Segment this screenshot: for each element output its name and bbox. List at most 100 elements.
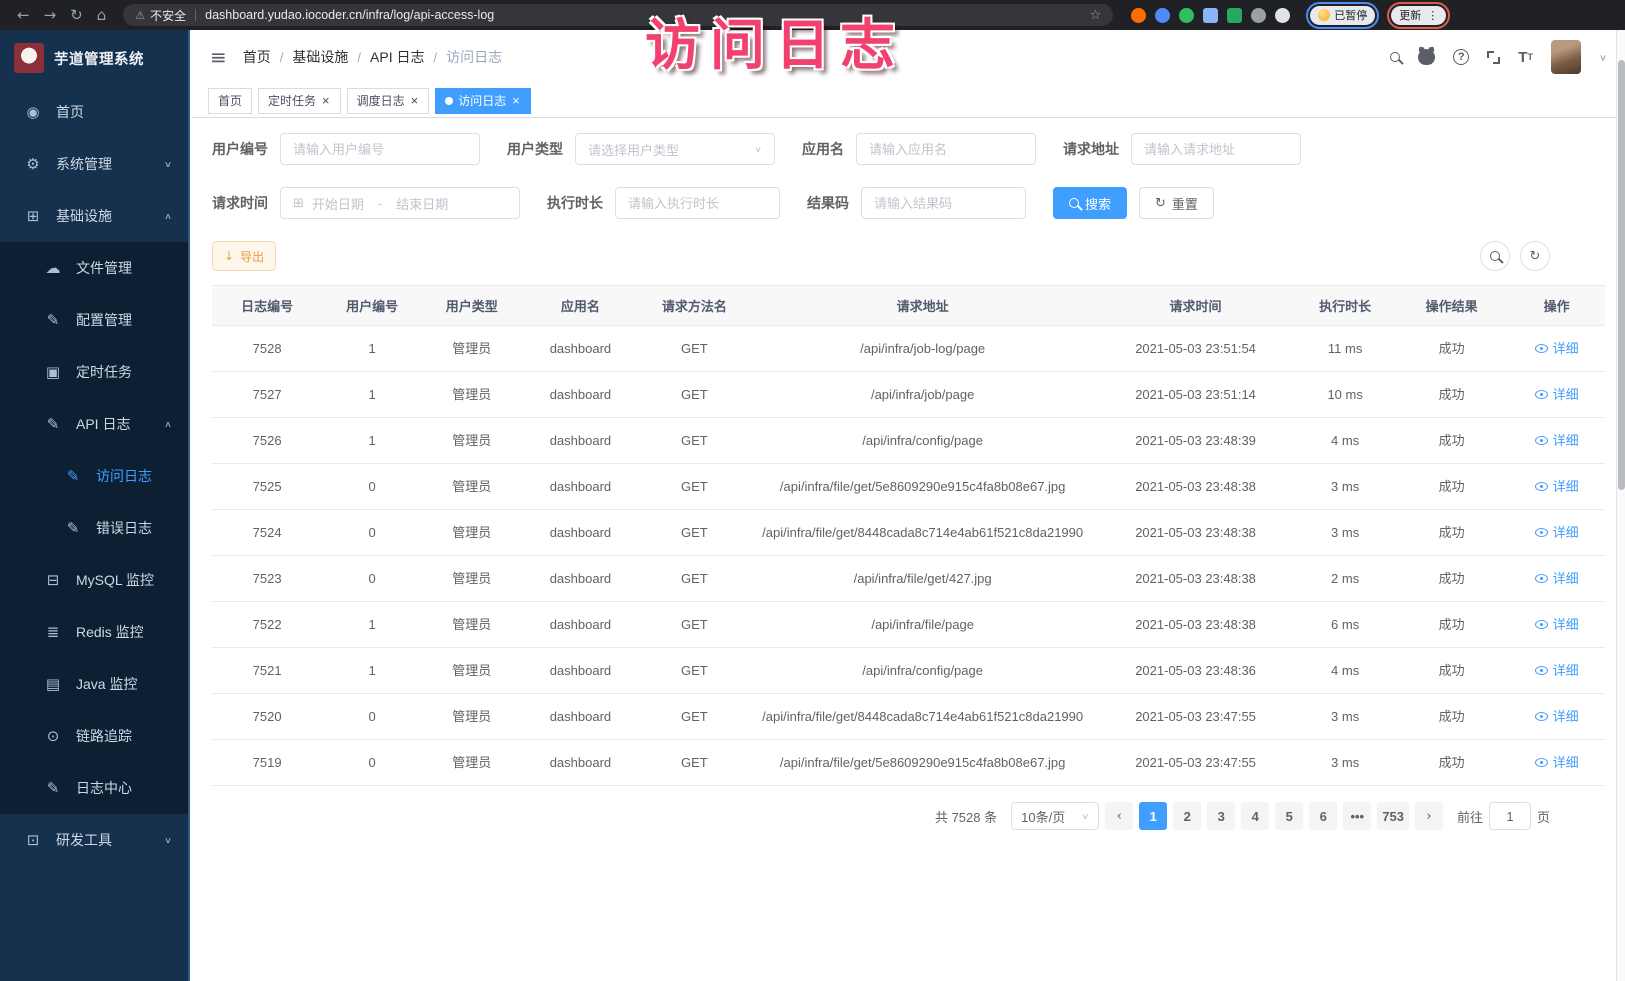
breadcrumb-item[interactable]: API 日志 — [370, 47, 424, 67]
detail-link[interactable]: 详细 — [1535, 615, 1579, 634]
back-icon[interactable]: ← — [17, 6, 30, 24]
extension-shield-icon[interactable] — [1155, 8, 1170, 23]
reload-icon[interactable]: ↻ — [70, 6, 83, 24]
detail-link[interactable]: 详细 — [1535, 661, 1579, 680]
tab-job[interactable]: 定时任务× — [258, 88, 341, 114]
page-button-5[interactable]: 5 — [1275, 802, 1303, 830]
detail-link[interactable]: 详细 — [1535, 431, 1579, 450]
filter-duration: 执行时长 — [547, 187, 780, 219]
hamburger-icon[interactable]: ≡ — [210, 45, 227, 69]
breadcrumb-item[interactable]: 基础设施 — [292, 47, 348, 67]
sidebar-item-home[interactable]: ◉首页 — [0, 86, 188, 138]
sidebar-item-access-log[interactable]: ✎访问日志 — [0, 450, 188, 502]
detail-link[interactable]: 详细 — [1535, 753, 1579, 772]
sidebar-item-error-log[interactable]: ✎错误日志 — [0, 502, 188, 554]
avatar[interactable] — [1551, 40, 1581, 74]
forward-icon[interactable]: → — [44, 6, 57, 24]
security-label[interactable]: 不安全 — [150, 7, 186, 24]
sidebar-item-log-center[interactable]: ✎日志中心 — [0, 762, 188, 814]
reset-button[interactable]: ↻ 重置 — [1139, 187, 1214, 219]
page-button-753[interactable]: 753 — [1377, 802, 1409, 830]
page-button-3[interactable]: 3 — [1207, 802, 1235, 830]
close-icon[interactable]: × — [511, 94, 521, 107]
chevron-down-icon[interactable]: ∨ — [1599, 52, 1607, 62]
home-icon[interactable]: ⌂ — [97, 6, 107, 24]
url-text[interactable]: dashboard.yudao.iocoder.cn/infra/log/api… — [205, 8, 494, 22]
detail-link[interactable]: 详细 — [1535, 523, 1579, 542]
breadcrumb-item[interactable]: 首页 — [243, 47, 271, 67]
update-button[interactable]: 更新 ⋮ — [1391, 6, 1446, 25]
next-page-button[interactable]: › — [1415, 802, 1443, 830]
extension-translate-icon[interactable] — [1227, 8, 1242, 23]
sidebar-item-dev-tools[interactable]: ⊡研发工具∨ — [0, 814, 188, 866]
close-icon[interactable]: × — [410, 94, 420, 107]
extension-orange-icon[interactable] — [1131, 8, 1146, 23]
page-button-1[interactable]: 1 — [1139, 802, 1167, 830]
scrollbar-thumb[interactable] — [1618, 60, 1625, 490]
sidebar-item-trace[interactable]: ⊙链路追踪 — [0, 710, 188, 762]
page-button-4[interactable]: 4 — [1241, 802, 1269, 830]
sync-paused-badge[interactable]: 已暂停 — [1310, 6, 1375, 25]
extension-green-icon[interactable] — [1179, 8, 1194, 23]
filter-request-url: 请求地址 — [1063, 133, 1301, 165]
bookmark-star-icon[interactable]: ☆ — [1090, 8, 1102, 23]
pager-more[interactable]: ••• — [1343, 802, 1371, 830]
address-bar[interactable]: ⚠ 不安全 dashboard.yudao.iocoder.cn/infra/l… — [123, 4, 1113, 26]
github-icon[interactable] — [1418, 49, 1435, 65]
sidebar-item-job[interactable]: ▣定时任务 — [0, 346, 188, 398]
refresh-table-button[interactable]: ↻ — [1520, 241, 1550, 271]
cell-app: dashboard — [522, 372, 640, 418]
breadcrumb-item: 访问日志 — [446, 47, 502, 67]
detail-label: 详细 — [1553, 615, 1579, 634]
tab-access-log[interactable]: 访问日志× — [435, 88, 531, 114]
user-type-select[interactable]: 请选择用户类型 ∨ — [575, 133, 775, 165]
cell-action: 详细 — [1508, 648, 1605, 694]
tab-home[interactable]: 首页 — [208, 88, 252, 114]
sidebar-item-api-log[interactable]: ✎API 日志∧ — [0, 398, 188, 450]
prev-page-button[interactable]: ‹ — [1105, 802, 1133, 830]
page-button-2[interactable]: 2 — [1173, 802, 1201, 830]
request-time-range-picker[interactable]: ⊞ 开始日期 - 结束日期 — [280, 187, 520, 219]
detail-link[interactable]: 详细 — [1535, 385, 1579, 404]
cell-time: 2021-05-03 23:51:14 — [1096, 372, 1295, 418]
app-name-input[interactable] — [856, 133, 1036, 165]
scrollbar[interactable] — [1616, 30, 1625, 981]
goto-page-input[interactable] — [1489, 802, 1531, 830]
sidebar-item-system[interactable]: ⚙系统管理∨ — [0, 138, 188, 190]
close-icon[interactable]: × — [321, 94, 331, 107]
sidebar-item-java[interactable]: ▤Java 监控 — [0, 658, 188, 710]
extension-person-icon[interactable] — [1251, 8, 1266, 23]
toggle-search-button[interactable] — [1480, 241, 1510, 271]
user-id-input[interactable] — [280, 133, 480, 165]
page-size-select[interactable]: 10条/页 ∨ — [1011, 802, 1099, 830]
search-icon[interactable] — [1390, 52, 1400, 62]
browser-menu-icon[interactable]: ⋮ — [1427, 9, 1438, 22]
sidebar-item-config[interactable]: ✎配置管理 — [0, 294, 188, 346]
sidebar-item-label: 定时任务 — [76, 362, 132, 382]
font-size-icon[interactable]: TT — [1518, 50, 1533, 65]
page-button-6[interactable]: 6 — [1309, 802, 1337, 830]
detail-link[interactable]: 详细 — [1535, 339, 1579, 358]
column-header: 日志编号 — [212, 286, 322, 326]
sidebar-item-mysql[interactable]: ⊟MySQL 监控 — [0, 554, 188, 606]
extension-paw-icon[interactable] — [1275, 8, 1290, 23]
detail-link[interactable]: 详细 — [1535, 477, 1579, 496]
detail-link[interactable]: 详细 — [1535, 707, 1579, 726]
cell-action: 详细 — [1508, 602, 1605, 648]
request-url-input[interactable] — [1131, 133, 1301, 165]
sidebar-item-infra[interactable]: ⊞基础设施∧ — [0, 190, 188, 242]
result-code-input[interactable] — [861, 187, 1026, 219]
sidebar-item-file[interactable]: ☁文件管理 — [0, 242, 188, 294]
detail-link[interactable]: 详细 — [1535, 569, 1579, 588]
sidebar-item-redis[interactable]: ≣Redis 监控 — [0, 606, 188, 658]
extension-puzzle-icon[interactable] — [1203, 8, 1218, 23]
tab-job-log[interactable]: 调度日志× — [347, 88, 430, 114]
export-button[interactable]: ↓ 导出 — [212, 241, 276, 271]
cell-method: GET — [639, 694, 749, 740]
fullscreen-icon[interactable] — [1487, 51, 1500, 64]
search-button[interactable]: 搜索 — [1053, 187, 1127, 219]
help-icon[interactable]: ? — [1453, 49, 1469, 65]
cell-id: 7519 — [212, 740, 322, 786]
filter-label: 请求时间 — [212, 193, 268, 213]
duration-input[interactable] — [615, 187, 780, 219]
